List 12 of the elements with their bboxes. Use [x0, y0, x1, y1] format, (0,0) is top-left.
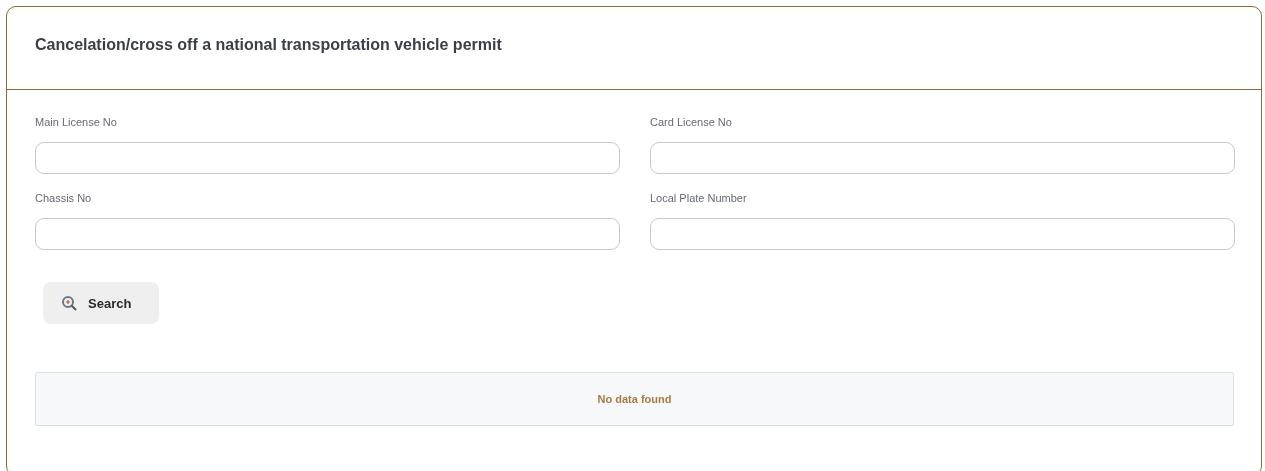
field-label: Card License No [650, 116, 733, 130]
search-button[interactable]: Search [43, 282, 159, 324]
field-label: Chassis No [35, 192, 93, 206]
input-field[interactable] [35, 218, 620, 250]
field-label: Local Plate Number [650, 192, 748, 206]
input-field[interactable] [35, 142, 620, 174]
search-icon [61, 295, 77, 311]
input-field[interactable] [650, 142, 1235, 174]
field-label: Main License No [35, 116, 118, 130]
empty-message: No data found [597, 393, 672, 405]
card-title: Cancelation/cross off a national transportation vehicle permit [35, 36, 502, 54]
input-field[interactable] [650, 218, 1235, 250]
